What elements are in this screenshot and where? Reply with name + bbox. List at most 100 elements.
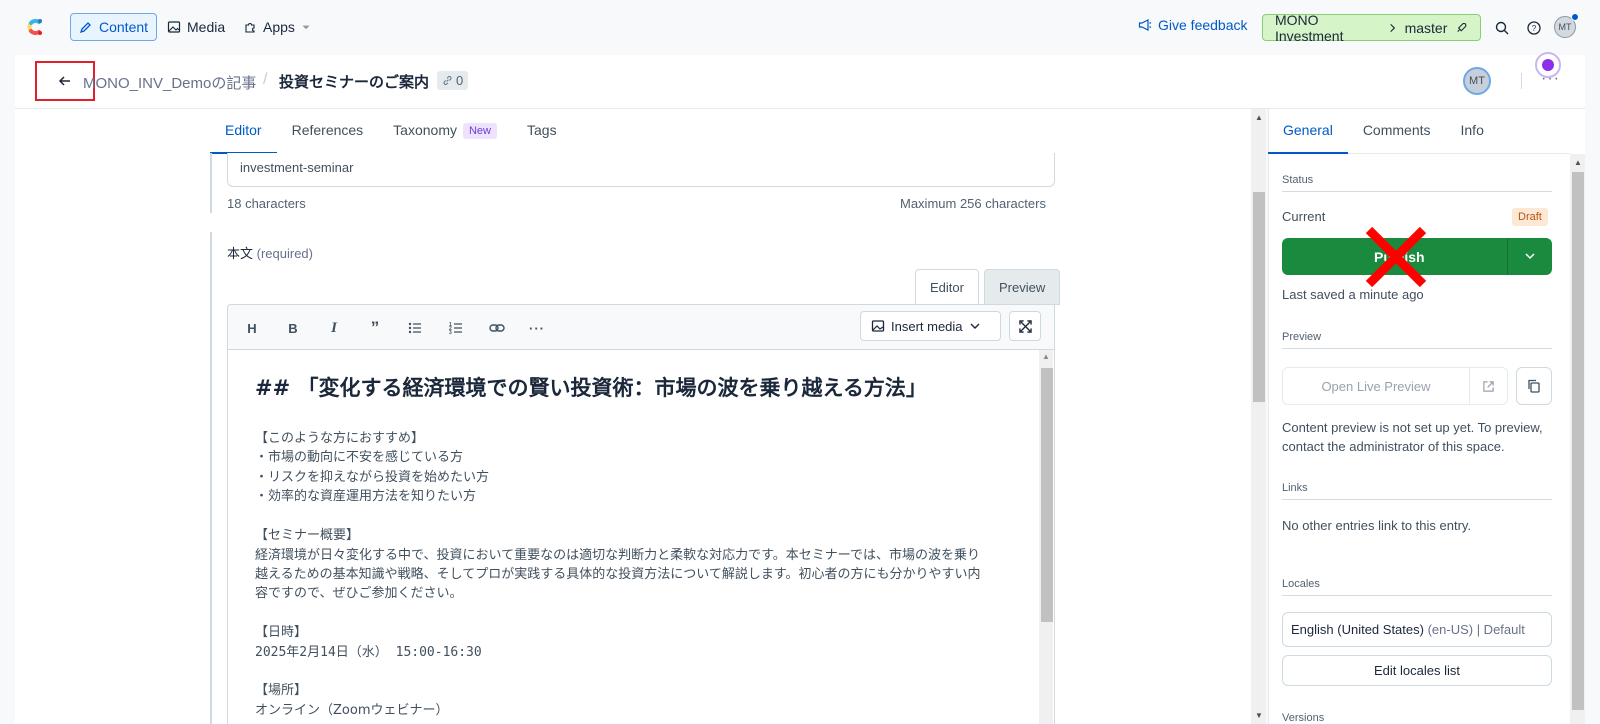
edit-locales-button[interactable]: Edit locales list — [1282, 655, 1552, 686]
locale-code: (en-US) | Default — [1427, 622, 1525, 637]
entry-header: MONO_INV_Demoの記事 / 投資セミナーのご案内 0 MT ··· — [15, 55, 1585, 109]
nav-media-label: Media — [187, 19, 226, 35]
image-icon — [167, 21, 181, 33]
rocket-icon — [1457, 22, 1467, 32]
assistant-indicator[interactable] — [1535, 52, 1561, 78]
preview-section-title: Preview — [1282, 331, 1552, 349]
bold-icon[interactable]: B — [284, 319, 302, 337]
markdown-line: ・リスクを抑えながら投資を始めたい方 — [255, 470, 490, 485]
search-icon[interactable] — [1494, 20, 1510, 36]
header-divider — [1521, 73, 1522, 89]
link-icon — [443, 76, 452, 85]
sidebar-scrollbar-thumb[interactable] — [1572, 172, 1584, 710]
last-saved-text: Last saved a minute ago — [1282, 287, 1424, 302]
megaphone-icon — [1138, 19, 1152, 31]
tab-taxonomy[interactable]: Taxonomy New — [378, 110, 512, 154]
slug-char-max: Maximum 256 characters — [900, 196, 1046, 211]
tab-editor[interactable]: Editor — [210, 110, 277, 154]
italic-icon[interactable]: I — [325, 319, 343, 337]
tab-general[interactable]: General — [1268, 110, 1348, 154]
open-preview-external-button[interactable] — [1470, 367, 1508, 405]
link-count-value: 0 — [456, 73, 464, 88]
entry-title: 投資セミナーのご案内 — [279, 74, 430, 91]
fullscreen-button[interactable] — [1009, 311, 1041, 341]
tab-tags[interactable]: Tags — [512, 110, 572, 154]
tab-references-label: References — [291, 122, 364, 138]
breadcrumb-content-type[interactable]: MONO_INV_Demoの記事 — [83, 72, 256, 93]
bullet-list-icon[interactable] — [406, 319, 424, 337]
insert-media-button[interactable]: Insert media — [860, 311, 1001, 341]
open-live-preview-button[interactable]: Open Live Preview — [1282, 367, 1470, 405]
contentful-logo-icon[interactable] — [24, 16, 46, 38]
nav-apps-button[interactable]: Apps — [235, 13, 319, 41]
versions-section-title: Versions — [1282, 712, 1325, 724]
locale-item: English (United States) (en-US) | Defaul… — [1282, 612, 1552, 647]
markdown-line: オンライン（Zoomウェビナー） — [255, 703, 449, 718]
arrow-left-icon — [58, 76, 70, 86]
tab-references[interactable]: References — [277, 110, 379, 154]
editor-scrollbar-thumb[interactable] — [1253, 192, 1265, 402]
links-section-title: Links — [1282, 482, 1552, 500]
chevron-right-icon — [1389, 23, 1395, 32]
environment-switcher[interactable]: MONO Investment master — [1262, 11, 1481, 44]
tab-info[interactable]: Info — [1446, 110, 1499, 154]
puzzle-icon — [245, 23, 255, 33]
numbered-list-icon[interactable]: 123 — [447, 319, 465, 337]
status-badge: Draft — [1512, 208, 1548, 226]
tab-taxonomy-label: Taxonomy — [393, 122, 457, 138]
required-marker: (required) — [256, 246, 313, 261]
markdown-line: ・効率的な資産運用方法を知りたい方 — [255, 489, 477, 504]
scroll-up-arrow-icon[interactable]: ▲ — [1255, 113, 1263, 122]
links-text: No other entries link to this entry. — [1282, 518, 1472, 533]
status-section-title: Status — [1282, 174, 1552, 192]
markdown-line: 【日時】 — [255, 625, 308, 640]
sidebar-tabs: General Comments Info — [1268, 110, 1570, 154]
markdown-line: 経済環境が日々変化する中で、投資において重要なのは適切な判断力と柔軟な対応力です… — [255, 548, 981, 563]
heading-icon[interactable]: H — [243, 319, 261, 337]
mode-editor-button[interactable]: Editor — [915, 269, 979, 305]
breadcrumb-separator: / — [263, 71, 268, 88]
body-field-indicator — [210, 232, 212, 724]
slug-input[interactable]: investment-seminar — [227, 153, 1055, 187]
env-space-label: MONO Investment — [1275, 11, 1344, 44]
cross-mark-icon — [1365, 226, 1427, 288]
tab-tags-label: Tags — [527, 122, 557, 138]
scroll-up-arrow-icon[interactable]: ▲ — [1574, 158, 1582, 167]
insert-media-label: Insert media — [891, 318, 963, 334]
pencil-icon — [79, 22, 91, 34]
nav-media-button[interactable]: Media — [159, 13, 233, 41]
help-icon[interactable]: ? — [1526, 20, 1542, 36]
chevron-down-icon[interactable] — [1524, 250, 1536, 262]
image-icon — [871, 320, 885, 332]
locale-name: English (United States) — [1291, 622, 1424, 637]
new-badge: New — [462, 123, 497, 139]
quote-icon[interactable]: ” — [366, 318, 384, 337]
nav-content-button[interactable]: Content — [70, 13, 158, 41]
markdown-line: 容ですので、ぜひご参加ください。 — [255, 586, 463, 601]
tab-editor-label: Editor — [225, 122, 262, 138]
markdown-line: ・市場の動向に不安を感じている方 — [255, 450, 464, 465]
markdown-line: 2025年2月14日（水） 15:00-16:30 — [255, 645, 482, 660]
link-count-badge[interactable]: 0 — [437, 71, 469, 90]
chevron-down-icon — [970, 323, 980, 329]
markdown-line: 越えるための基本知識や戦略、そしてプロが実践する具体的な投資方法について解説しま… — [255, 567, 981, 582]
preview-note-line2: contact the administrator of this space. — [1282, 439, 1505, 454]
scroll-up-arrow-icon[interactable]: ▲ — [1042, 352, 1050, 361]
caret-down-icon — [302, 25, 310, 30]
copy-preview-button[interactable] — [1516, 367, 1552, 405]
mode-preview-button[interactable]: Preview — [983, 269, 1061, 305]
env-branch-label: master — [1404, 19, 1448, 36]
give-feedback-link[interactable]: Give feedback — [1138, 17, 1248, 33]
notification-dot — [1571, 13, 1579, 21]
more-formatting-icon[interactable]: ··· — [528, 319, 546, 337]
scroll-down-arrow-icon[interactable]: ▼ — [1255, 711, 1263, 720]
markdown-scrollbar-thumb[interactable] — [1041, 368, 1053, 622]
external-link-icon — [1483, 380, 1494, 392]
markdown-line: 【場所】 — [255, 683, 308, 698]
assistant-dot-icon — [1542, 59, 1554, 71]
tab-comments[interactable]: Comments — [1348, 110, 1446, 154]
collaborator-avatar[interactable]: MT — [1463, 67, 1491, 95]
slug-char-count: 18 characters — [227, 196, 306, 211]
markdown-textarea[interactable]: ## 「変化する経済環境での賢い投資術：市場の波を乗り越える方法」 【このような… — [227, 350, 1055, 724]
link-insert-icon[interactable] — [488, 319, 506, 337]
